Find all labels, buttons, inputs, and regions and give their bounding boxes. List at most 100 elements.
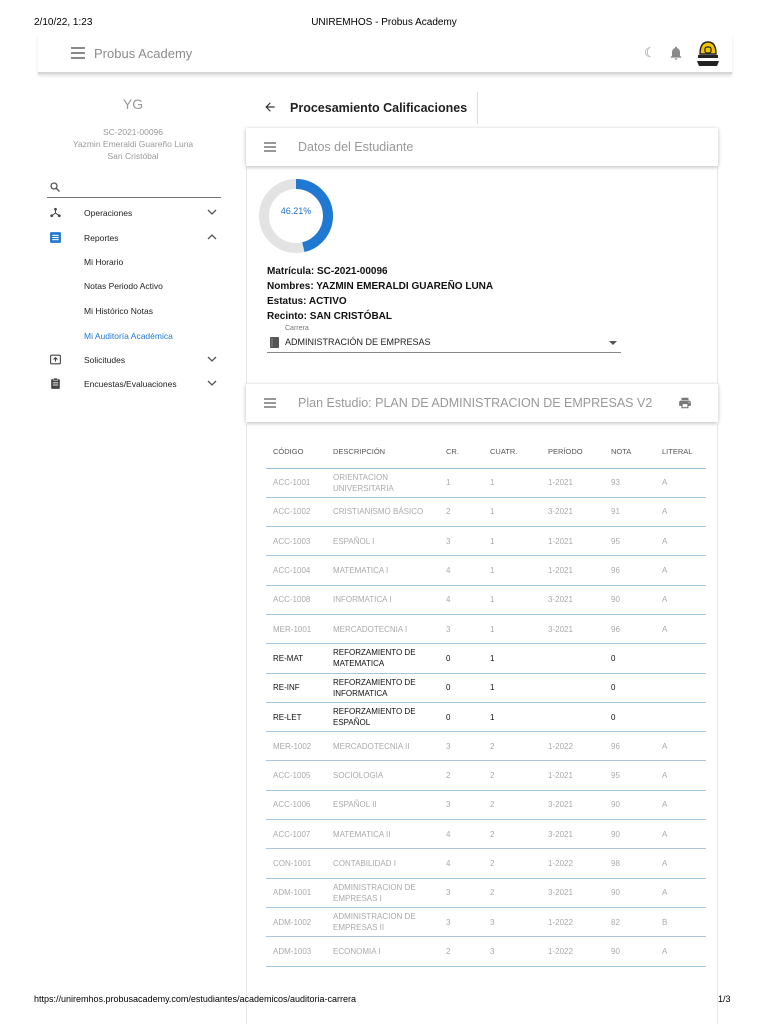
cell-nota: 96	[604, 555, 655, 586]
table-row: RE-MAT REFORZAMIENTO DE MATEMATICA 0 1 0	[266, 643, 706, 674]
table-row: RE-LET REFORZAMIENTO DE ESPAÑOL 0 1 0	[266, 702, 706, 733]
cell-nota: 95	[604, 526, 655, 557]
cell-periodo: 1-2021	[541, 760, 604, 791]
cell-nota: 0	[604, 702, 655, 733]
carrera-select[interactable]: Carrera ADMINISTRACIÓN DE EMPRESAS	[267, 323, 621, 353]
cell-descripcion: MERCADOTECNIA II	[326, 731, 439, 762]
col-codigo[interactable]: CÓDIGO	[266, 436, 326, 469]
cell-periodo: 1-2021	[541, 468, 604, 498]
sidebar-subitem-horario[interactable]: Mi Horario	[84, 257, 123, 267]
cell-nota: 98	[604, 848, 655, 879]
cell-descripcion: REFORZAMIENTO DE INFORMATICA	[326, 673, 439, 703]
cell-literal: A	[655, 526, 706, 557]
book-icon	[270, 337, 279, 348]
cell-periodo: 1-2022	[541, 848, 604, 879]
cell-creditos: 0	[439, 643, 483, 674]
cell-creditos: 3	[439, 526, 483, 557]
recinto-text: Recinto: SAN CRISTÓBAL	[267, 311, 392, 322]
cell-nota: 96	[604, 731, 655, 762]
cell-codigo: ACC-1006	[266, 790, 326, 821]
cell-cuatrimestre: 1	[483, 643, 541, 674]
sidebar-subitem-notas-periodo[interactable]: Notas Periodo Activo	[84, 281, 163, 291]
table-row: ADM-1003 ECONOMIA I 2 3 1-2022 90 A	[266, 936, 706, 967]
cell-descripcion: CRISTIANISMO BÁSICO	[326, 497, 439, 528]
col-cuatrimestre[interactable]: CUATR.	[483, 436, 541, 469]
cell-periodo: 3-2021	[541, 790, 604, 821]
cell-codigo: ADM-1003	[266, 936, 326, 967]
cell-creditos: 0	[439, 702, 483, 733]
table-row: ACC-1004 MATEMATICA I 4 1 1-2021 96 A	[266, 555, 706, 586]
cell-cuatrimestre: 1	[483, 555, 541, 586]
student-card-header: Datos del Estudiante	[246, 128, 718, 166]
cell-literal: A	[655, 731, 706, 762]
col-creditos[interactable]: CR.	[439, 436, 483, 469]
cell-periodo	[541, 643, 604, 674]
sidebar-search-input[interactable]	[47, 178, 221, 198]
cell-nota: 91	[604, 497, 655, 528]
cell-cuatrimestre: 1	[483, 614, 541, 645]
page-number: 1/3	[718, 994, 731, 1004]
sidebar-item-encuestas[interactable]: Encuestas/Evaluaciones	[47, 375, 221, 393]
sidebar-item-reportes[interactable]: Reportes	[47, 229, 221, 247]
student-details: Matrícula: SC-2021-00096 Nombres: YAZMIN…	[267, 264, 493, 324]
col-periodo[interactable]: PERÍODO	[541, 436, 604, 469]
cell-creditos: 3	[439, 907, 483, 938]
cell-creditos: 2	[439, 760, 483, 791]
table-row: MER-1002 MERCADOTECNIA II 3 2 1-2022 96 A	[266, 731, 706, 762]
cell-literal: B	[655, 907, 706, 938]
search-icon	[50, 182, 60, 192]
table-row: ADM-1002 ADMINISTRACION DE EMPRESAS II 3 3 1…	[266, 907, 706, 938]
table-row: CON-1001 CONTABILIDAD I 4 2 1-2022 98 A	[266, 848, 706, 879]
app-topbar: Probus Academy ☾	[38, 36, 732, 74]
sidebar-item-solicitudes[interactable]: Solicitudes	[47, 351, 221, 369]
menu-icon[interactable]	[264, 398, 276, 408]
cell-cuatrimestre: 3	[483, 907, 541, 938]
col-literal[interactable]: LITERAL	[655, 436, 706, 469]
cell-literal	[655, 673, 706, 703]
menu-icon[interactable]	[264, 142, 276, 152]
cell-literal: A	[655, 936, 706, 967]
cell-literal: A	[655, 819, 706, 850]
cell-codigo: ACC-1008	[266, 585, 326, 615]
moon-icon[interactable]: ☾	[644, 45, 656, 61]
cell-cuatrimestre: 2	[483, 848, 541, 879]
plan-table: CÓDIGO DESCRIPCIÓN CR. CUATR. PERÍODO NO…	[266, 436, 706, 967]
cell-periodo: 1-2021	[541, 526, 604, 557]
cell-literal: A	[655, 878, 706, 908]
table-row: ACC-1008 INFORMATICA I 4 1 3-2021 90 A	[266, 585, 706, 615]
cell-creditos: 2	[439, 497, 483, 528]
cell-literal: A	[655, 468, 706, 498]
cell-cuatrimestre: 1	[483, 673, 541, 703]
sidebar-item-label: Solicitudes	[84, 355, 126, 365]
cell-creditos: 4	[439, 848, 483, 879]
sidebar-subitem-historico[interactable]: Mi Histórico Notas	[84, 306, 153, 316]
col-nota[interactable]: NOTA	[604, 436, 655, 469]
cell-nota: 90	[604, 585, 655, 615]
sidebar-item-operaciones[interactable]: Operaciones	[47, 204, 221, 222]
brand-title[interactable]: Probus Academy	[94, 46, 192, 61]
cell-cuatrimestre: 2	[483, 760, 541, 791]
cell-codigo: ACC-1004	[266, 555, 326, 586]
cell-descripcion: MATEMATICA I	[326, 555, 439, 586]
table-row: ACC-1002 CRISTIANISMO BÁSICO 2 1 3-2021 91 A	[266, 497, 706, 528]
cell-nota: 90	[604, 790, 655, 821]
cell-nota: 0	[604, 673, 655, 703]
table-row: MER-1001 MERCADOTECNIA I 3 1 3-2021 96 A	[266, 614, 706, 645]
bell-icon[interactable]	[668, 44, 684, 62]
breadcrumb: Procesamiento Calificaciones	[246, 92, 478, 124]
cell-creditos: 4	[439, 585, 483, 615]
cell-nota: 96	[604, 614, 655, 645]
cell-literal: A	[655, 848, 706, 879]
cell-creditos: 4	[439, 555, 483, 586]
table-row: ACC-1005 SOCIOLOGIA 2 2 1-2021 95 A	[266, 760, 706, 791]
student-name: Yazmin Emeraldi Guareño Luna	[72, 139, 194, 149]
sidebar-subitem-auditoria[interactable]: Mi Auditoría Académica	[84, 331, 173, 341]
cell-descripcion: MATEMATICA II	[326, 819, 439, 850]
menu-icon[interactable]	[71, 47, 85, 59]
progress-label: 46.21%	[280, 206, 312, 216]
back-arrow-icon[interactable]	[263, 100, 277, 114]
col-descripcion[interactable]: DESCRIPCIÓN	[326, 436, 439, 469]
print-icon[interactable]	[678, 396, 692, 410]
cell-descripcion: CONTABILIDAD I	[326, 848, 439, 879]
cell-periodo: 3-2021	[541, 497, 604, 528]
